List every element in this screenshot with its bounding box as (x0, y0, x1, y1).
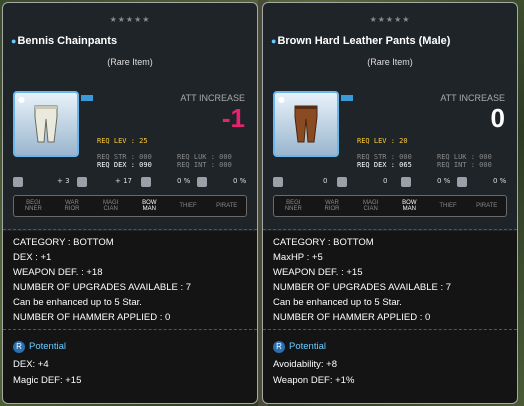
job-pirate: PIRATE (216, 203, 238, 209)
enhance-count-1: + 3 (57, 177, 70, 185)
rarity-flag-icon (341, 95, 353, 101)
job-thief: THIEF (179, 203, 197, 209)
rare-potential-icon: R (273, 341, 285, 353)
scroll-icon (401, 177, 411, 187)
job-magician: MAGI CIAN (363, 200, 379, 212)
stat-line: DEX : +1 (13, 252, 52, 263)
stat-line: NUMBER OF UPGRADES AVAILABLE : 7 (273, 282, 452, 293)
rarity-flag-icon (81, 95, 93, 101)
enhance-count-2: 0 (383, 177, 388, 185)
stat-category: CATEGORY : BOTTOM (273, 237, 374, 248)
req-level-label: REQ LEV : (357, 137, 395, 145)
req-luk: REQ LUK : 000 (437, 153, 492, 161)
item-tooltip-bennis-chainpants: ★★★★★ ●Bennis Chainpants (Rare Item) ● A… (2, 2, 258, 404)
item-name-text: Brown Hard Leather Pants (Male) (277, 35, 451, 47)
divider (3, 329, 257, 330)
divider (263, 229, 517, 230)
enhance-count-1: 0 (323, 177, 328, 185)
job-warrior: WAR RIOR (64, 200, 80, 212)
upgrade-icon (337, 177, 347, 187)
req-int: REQ INT : 000 (437, 161, 492, 169)
enhance-percent-2: 0 % (493, 177, 507, 185)
req-dex: REQ DEX : 090 (97, 161, 152, 169)
potential-header: R Potential (273, 341, 326, 353)
item-rarity: (Rare Item) (107, 57, 153, 67)
job-magician: MAGI CIAN (103, 200, 119, 212)
enhance-percent-1: 0 % (177, 177, 191, 185)
brown-pants-icon (294, 105, 318, 143)
stat-line: WEAPON DEF. : +15 (273, 267, 363, 278)
item-name-text: Bennis Chainpants (17, 35, 118, 47)
enhance-percent-1: 0 % (437, 177, 451, 185)
scroll-icon (141, 177, 151, 187)
item-tooltip-brown-hard-leather-pants: ★★★★★ ●Brown Hard Leather Pants (Male) (… (262, 2, 518, 404)
req-str: REQ STR : 000 (357, 153, 412, 161)
job-beginner: BEGI NNER (24, 200, 42, 212)
job-requirements: BEGI NNER WAR RIOR MAGI CIAN BOW MAN THI… (13, 195, 247, 217)
att-increase-value: 0 (490, 103, 505, 133)
job-requirements: BEGI NNER WAR RIOR MAGI CIAN BOW MAN THI… (273, 195, 507, 217)
req-str: REQ STR : 000 (97, 153, 152, 161)
req-luk: REQ LUK : 000 (177, 153, 232, 161)
sparkle-icon: ● (18, 95, 25, 104)
potential-label: Potential (29, 341, 66, 352)
star-rating: ★★★★★ (369, 15, 411, 24)
equip-icon (273, 177, 283, 187)
stat-line: Can be enhanced up to 5 Star. (13, 297, 142, 308)
job-thief: THIEF (439, 203, 457, 209)
equip-icon (13, 177, 23, 187)
stat-line: NUMBER OF HAMMER APPLIED : 0 (273, 312, 431, 323)
potential-line: DEX: +4 (13, 359, 49, 370)
job-bowman: BOW MAN (142, 200, 157, 212)
divider (3, 229, 257, 230)
potential-line: Avoidability: +8 (273, 359, 337, 370)
potential-line: Magic DEF: +15 (13, 375, 82, 386)
att-increase-value: -1 (221, 103, 245, 133)
divider (263, 329, 517, 330)
stat-line: NUMBER OF UPGRADES AVAILABLE : 7 (13, 282, 192, 293)
item-name: ●Bennis Chainpants (11, 35, 117, 47)
job-beginner: BEGI NNER (284, 200, 302, 212)
potential-line: Weapon DEF: +1% (273, 375, 355, 386)
req-level-value: 25 (139, 137, 148, 145)
item-rarity: (Rare Item) (367, 57, 413, 67)
item-icon-frame: ● (13, 91, 79, 157)
req-level-value: 20 (399, 137, 408, 145)
enhancement-row: + 3 + 17 0 % 0 % (13, 177, 249, 189)
req-dex: REQ DEX : 065 (357, 161, 412, 169)
white-pants-icon (34, 105, 58, 143)
stat-category: CATEGORY : BOTTOM (13, 237, 114, 248)
potential-header: R Potential (13, 341, 66, 353)
att-increase-label: ATT INCREASE (180, 93, 245, 103)
req-int: REQ INT : 000 (177, 161, 232, 169)
enhance-percent-2: 0 % (233, 177, 247, 185)
stat-line: WEAPON DEF. : +18 (13, 267, 103, 278)
stat-line: MaxHP : +5 (273, 252, 323, 263)
att-increase-label: ATT INCREASE (440, 93, 505, 103)
stat-line: NUMBER OF HAMMER APPLIED : 0 (13, 312, 171, 323)
shield-icon (457, 177, 467, 187)
job-warrior: WAR RIOR (324, 200, 340, 212)
potential-label: Potential (289, 341, 326, 352)
item-icon-frame: ● (273, 91, 339, 157)
req-level: REQ LEV : 25 (97, 137, 148, 145)
req-level: REQ LEV : 20 (357, 137, 408, 145)
req-level-label: REQ LEV : (97, 137, 135, 145)
enhance-count-2: + 17 (115, 177, 132, 185)
shield-icon (197, 177, 207, 187)
star-rating: ★★★★★ (109, 15, 151, 24)
rare-potential-icon: R (13, 341, 25, 353)
item-name: ●Brown Hard Leather Pants (Male) (271, 35, 450, 47)
upgrade-icon (77, 177, 87, 187)
bullet-icon: ● (271, 36, 277, 46)
stat-line: Can be enhanced up to 5 Star. (273, 297, 402, 308)
job-bowman: BOW MAN (402, 200, 417, 212)
enhancement-row: 0 0 0 % 0 % (273, 177, 509, 189)
sparkle-icon: ● (278, 95, 285, 104)
job-pirate: PIRATE (476, 203, 498, 209)
bullet-icon: ● (11, 36, 17, 46)
